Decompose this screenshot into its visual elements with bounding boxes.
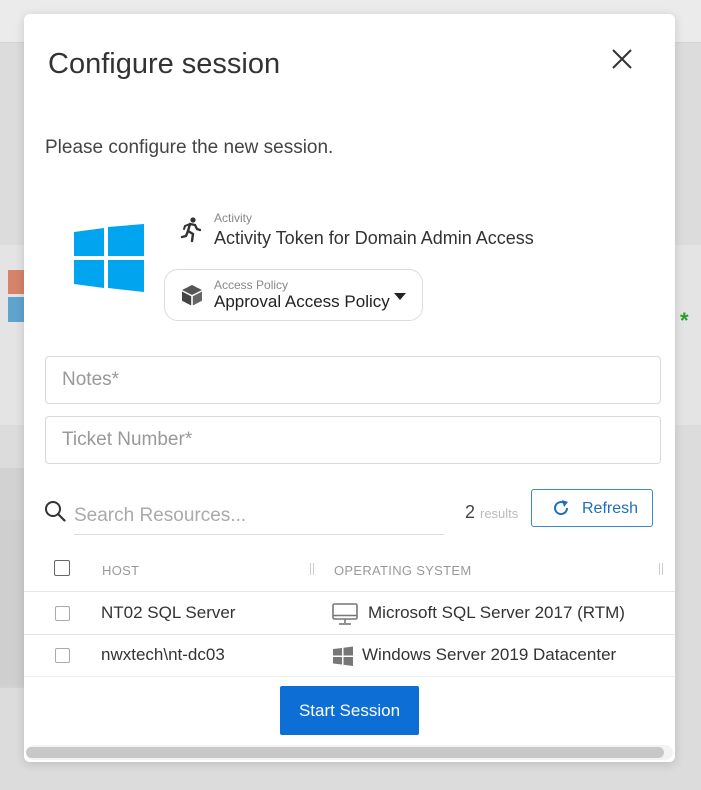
row-checkbox[interactable]: [55, 648, 70, 663]
refresh-label: Refresh: [582, 500, 639, 517]
column-header-operating-system[interactable]: OPERATING SYSTEM: [334, 563, 471, 578]
select-all-checkbox[interactable]: [54, 560, 70, 576]
row-operating-system: Windows Server 2019 Datacenter: [362, 645, 617, 664]
access-policy-dropdown[interactable]: Access Policy Approval Access Policy: [164, 269, 423, 321]
close-icon: [612, 49, 632, 69]
caret-down-icon: [394, 293, 406, 300]
table-row[interactable]: NT02 SQL Server Microsoft SQL Server 201…: [24, 592, 675, 635]
dialog-intro: Please configure the new session.: [45, 137, 334, 158]
windows-logo-icon: [74, 224, 144, 292]
background-asterisk: *: [680, 308, 689, 333]
background-panel-inner: [0, 520, 24, 685]
table-header: HOST OPERATING SYSTEM: [24, 549, 675, 592]
row-host: nwxtech\nt-dc03: [101, 645, 225, 664]
start-session-button[interactable]: Start Session: [280, 686, 419, 735]
dialog-footer: Start Session: [24, 676, 675, 762]
cube-icon: [182, 285, 202, 306]
ticket-number-input[interactable]: [45, 416, 661, 464]
search-icon: [45, 501, 66, 522]
dialog-title: Configure session: [48, 48, 281, 80]
scrollbar-thumb[interactable]: [26, 747, 664, 758]
monitor-icon: [332, 603, 358, 625]
column-resize-handle[interactable]: [659, 563, 663, 575]
access-policy-label: Access Policy: [214, 278, 289, 292]
results-count: 2: [465, 502, 476, 522]
search-resources-input[interactable]: [74, 498, 444, 535]
refresh-icon: [554, 500, 569, 516]
column-resize-handle[interactable]: [310, 563, 314, 575]
background-card-right: [675, 245, 701, 425]
row-operating-system: Microsoft SQL Server 2017 (RTM): [368, 603, 625, 622]
access-policy-value: Approval Access Policy: [214, 292, 390, 311]
row-host: NT02 SQL Server: [101, 603, 236, 622]
configure-session-dialog: Configure session Please configure the n…: [24, 14, 675, 762]
notes-input[interactable]: [45, 356, 661, 404]
row-checkbox[interactable]: [55, 606, 70, 621]
background-windows-icon: [8, 270, 24, 324]
horizontal-scrollbar[interactable]: [26, 745, 673, 760]
table-row[interactable]: nwxtech\nt-dc03 Windows Server 2019 Data…: [24, 634, 675, 677]
results-label: results: [480, 506, 519, 521]
refresh-button[interactable]: Refresh: [531, 489, 653, 527]
activity-label: Activity: [214, 211, 253, 225]
close-button[interactable]: [608, 45, 636, 73]
column-header-host[interactable]: HOST: [102, 563, 139, 578]
running-person-icon: [180, 217, 202, 243]
windows-icon: [333, 646, 353, 666]
activity-value: Activity Token for Domain Admin Access: [214, 228, 534, 248]
